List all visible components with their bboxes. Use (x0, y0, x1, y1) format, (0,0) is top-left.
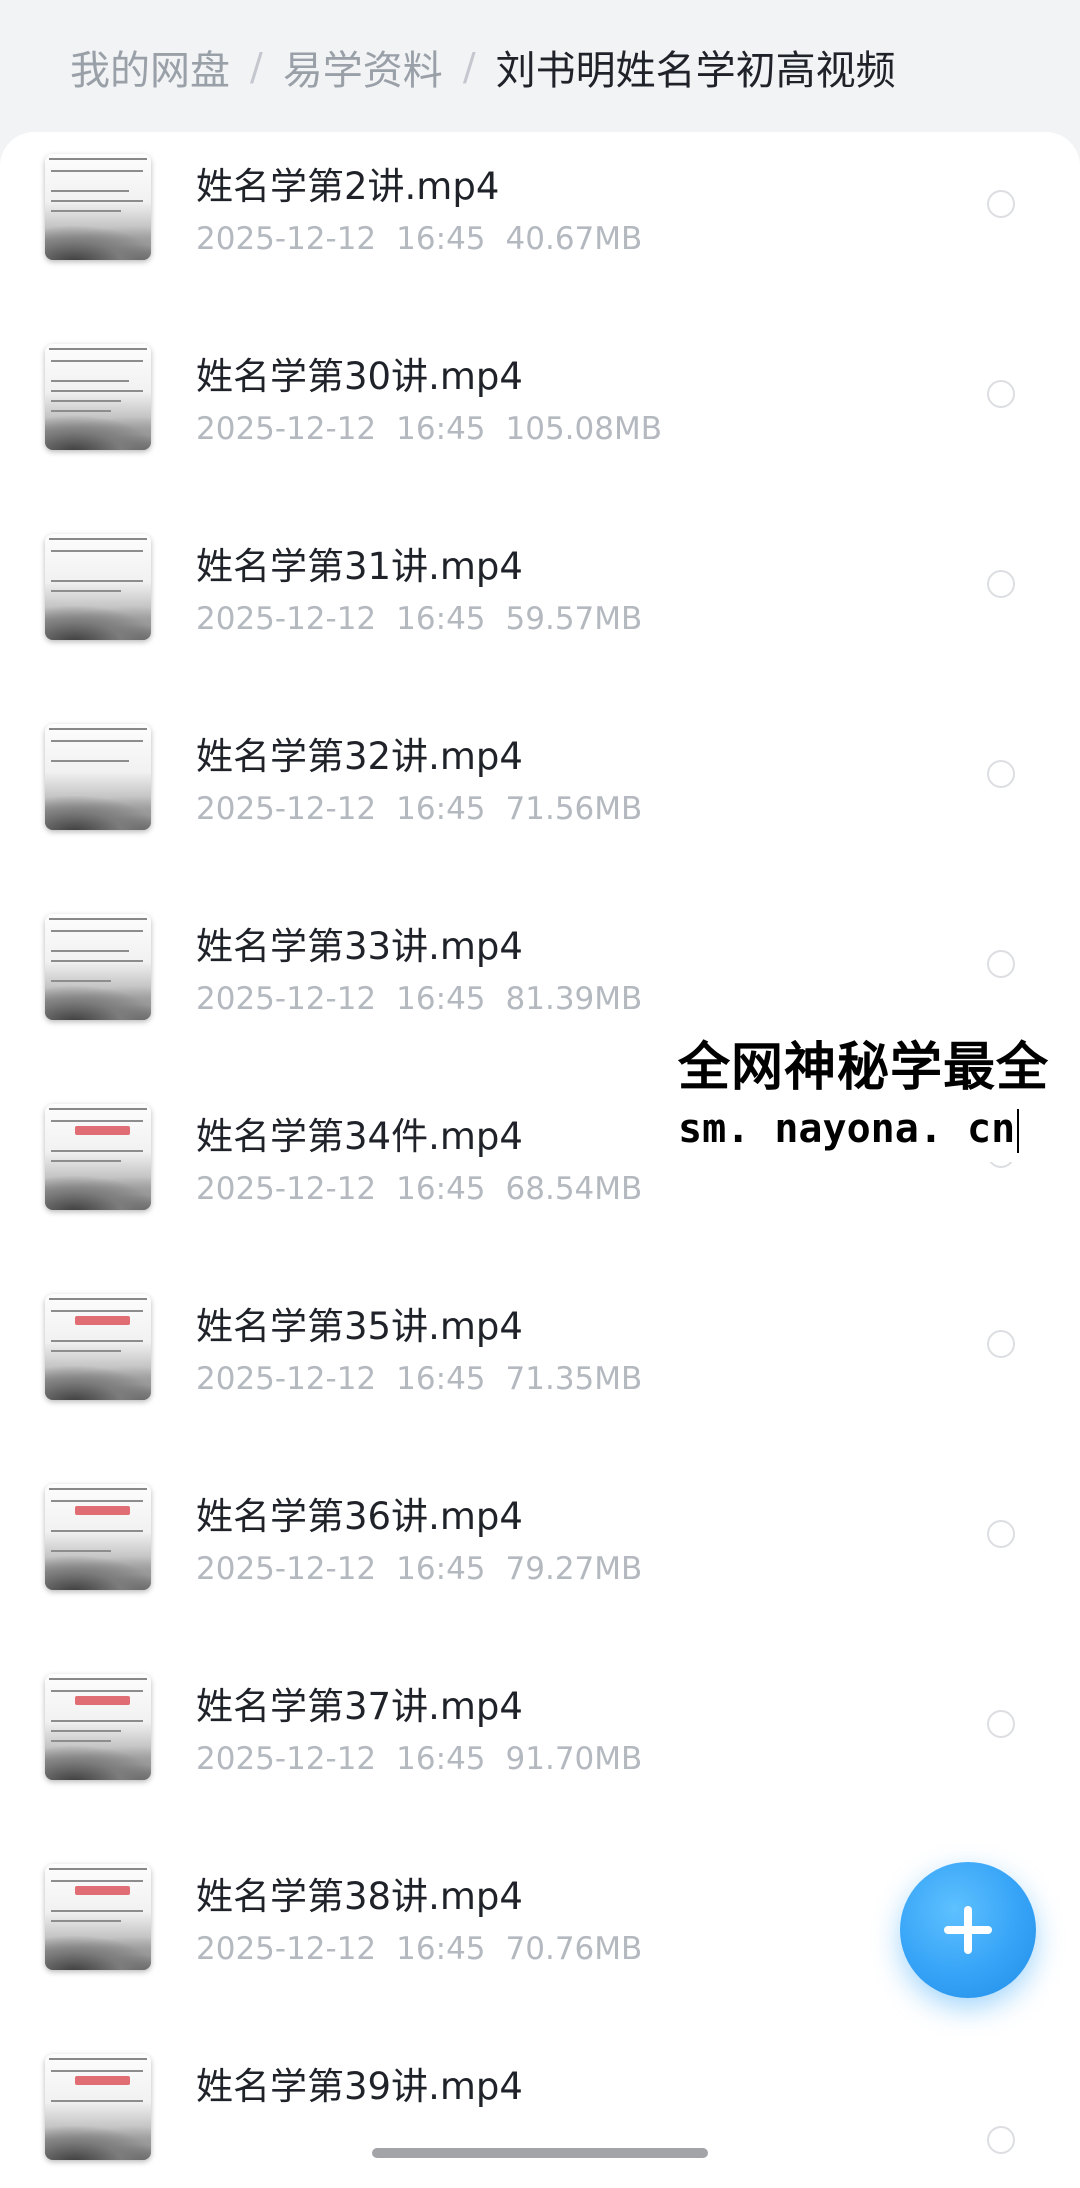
file-thumbnail (45, 2054, 151, 2160)
file-name: 姓名学第30讲.mp4 (196, 355, 523, 398)
file-thumbnail (45, 154, 151, 260)
file-meta: 2025-12-12 16:45 71.56MB (196, 791, 662, 827)
file-meta: 2025-12-12 16:45 81.39MB (196, 981, 662, 1017)
file-thumbnail (45, 724, 151, 830)
file-size: 81.39MB (505, 981, 643, 1017)
select-radio[interactable] (987, 380, 1015, 408)
file-time: 16:45 (396, 1931, 486, 1967)
file-thumbnail (45, 1294, 151, 1400)
file-meta: 2025-12-12 16:45 70.76MB (196, 1931, 662, 1967)
file-row[interactable]: 姓名学第39讲.mp4 (0, 2032, 1080, 2188)
file-meta: 2025-12-12 16:45 71.35MB (196, 1361, 662, 1397)
select-radio[interactable] (987, 1520, 1015, 1548)
file-date: 2025-12-12 (196, 1361, 377, 1397)
file-meta: 2025-12-12 16:45 91.70MB (196, 1741, 662, 1777)
file-meta: 2025-12-12 16:45 40.67MB (196, 221, 662, 257)
file-name: 姓名学第34件.mp4 (196, 1115, 523, 1158)
file-time: 16:45 (396, 1741, 486, 1777)
file-size: 70.76MB (505, 1931, 643, 1967)
watermark-line-2: sm. nayona. cn (678, 1102, 1080, 1156)
file-size: 71.35MB (505, 1361, 643, 1397)
file-date: 2025-12-12 (196, 1931, 377, 1967)
file-size: 59.57MB (505, 601, 643, 637)
file-row[interactable]: 姓名学第30讲.mp4 2025-12-12 16:45 105.08MB (0, 322, 1080, 512)
file-meta: 2025-12-12 16:45 79.27MB (196, 1551, 662, 1587)
file-thumbnail (45, 1104, 151, 1210)
file-row[interactable]: 姓名学第37讲.mp4 2025-12-12 16:45 91.70MB (0, 1652, 1080, 1842)
file-date: 2025-12-12 (196, 1741, 377, 1777)
file-row[interactable]: 姓名学第36讲.mp4 2025-12-12 16:45 79.27MB (0, 1462, 1080, 1652)
file-name: 姓名学第38讲.mp4 (196, 1875, 523, 1918)
text-cursor (1017, 1109, 1020, 1153)
file-date: 2025-12-12 (196, 221, 377, 257)
select-radio[interactable] (987, 1330, 1015, 1358)
select-radio[interactable] (987, 570, 1015, 598)
breadcrumb-yixue-folder[interactable]: 易学资料 (283, 38, 443, 96)
file-date: 2025-12-12 (196, 411, 377, 447)
file-time: 16:45 (396, 221, 486, 257)
file-date: 2025-12-12 (196, 1551, 377, 1587)
breadcrumb-my-disk[interactable]: 我的网盘 (70, 38, 230, 96)
file-thumbnail (45, 1484, 151, 1590)
file-name: 姓名学第37讲.mp4 (196, 1685, 523, 1728)
file-time: 16:45 (396, 1361, 486, 1397)
breadcrumb: 我的网盘 / 易学资料 / 刘书明姓名学初高视频 (70, 38, 896, 96)
select-radio[interactable] (987, 190, 1015, 218)
file-size: 68.54MB (505, 1171, 643, 1207)
file-thumbnail (45, 534, 151, 640)
file-size: 40.67MB (505, 221, 643, 257)
file-name: 姓名学第2讲.mp4 (196, 165, 500, 208)
file-name: 姓名学第32讲.mp4 (196, 735, 523, 778)
breadcrumb-separator: / (250, 45, 263, 89)
file-name: 姓名学第35讲.mp4 (196, 1305, 523, 1348)
file-name: 姓名学第31讲.mp4 (196, 545, 523, 588)
file-meta: 2025-12-12 16:45 68.54MB (196, 1171, 662, 1207)
file-name: 姓名学第36讲.mp4 (196, 1495, 523, 1538)
file-size: 79.27MB (505, 1551, 643, 1587)
file-name: 姓名学第39讲.mp4 (196, 2065, 523, 2108)
file-date: 2025-12-12 (196, 601, 377, 637)
file-time: 16:45 (396, 411, 486, 447)
file-time: 16:45 (396, 601, 486, 637)
file-size: 105.08MB (505, 411, 662, 447)
file-time: 16:45 (396, 1551, 486, 1587)
add-button[interactable] (900, 1862, 1036, 1998)
file-row[interactable]: 姓名学第35讲.mp4 2025-12-12 16:45 71.35MB (0, 1272, 1080, 1462)
file-meta: 2025-12-12 16:45 105.08MB (196, 411, 682, 447)
home-indicator[interactable] (372, 2148, 708, 2158)
file-thumbnail (45, 344, 151, 450)
select-radio[interactable] (987, 2126, 1015, 2154)
file-row[interactable]: 姓名学第2讲.mp4 2025-12-12 16:45 40.67MB (0, 132, 1080, 322)
file-name: 姓名学第33讲.mp4 (196, 925, 523, 968)
breadcrumb-current-folder: 刘书明姓名学初高视频 (495, 48, 896, 94)
file-size: 91.70MB (505, 1741, 643, 1777)
file-thumbnail (45, 914, 151, 1020)
file-row[interactable]: 姓名学第32讲.mp4 2025-12-12 16:45 71.56MB (0, 702, 1080, 892)
file-time: 16:45 (396, 1171, 486, 1207)
file-date: 2025-12-12 (196, 1171, 377, 1207)
select-radio[interactable] (987, 950, 1015, 978)
breadcrumb-separator: / (462, 45, 476, 89)
file-time: 16:45 (396, 981, 486, 1017)
watermark-url: sm. nayona. cn (678, 1106, 1016, 1152)
file-date: 2025-12-12 (196, 981, 377, 1017)
file-date: 2025-12-12 (196, 791, 377, 827)
file-thumbnail (45, 1674, 151, 1780)
select-radio[interactable] (987, 1710, 1015, 1738)
watermark-line-1: 全网神秘学最全 (678, 1038, 1050, 1098)
watermark-overlay: 全网神秘学最全 sm. nayona. cn (672, 1030, 1080, 1162)
file-meta: 2025-12-12 16:45 59.57MB (196, 601, 662, 637)
file-time: 16:45 (396, 791, 486, 827)
select-radio[interactable] (987, 760, 1015, 788)
file-thumbnail (45, 1864, 151, 1970)
file-row[interactable]: 姓名学第31讲.mp4 2025-12-12 16:45 59.57MB (0, 512, 1080, 702)
file-size: 71.56MB (505, 791, 643, 827)
plus-icon (944, 1906, 992, 1954)
